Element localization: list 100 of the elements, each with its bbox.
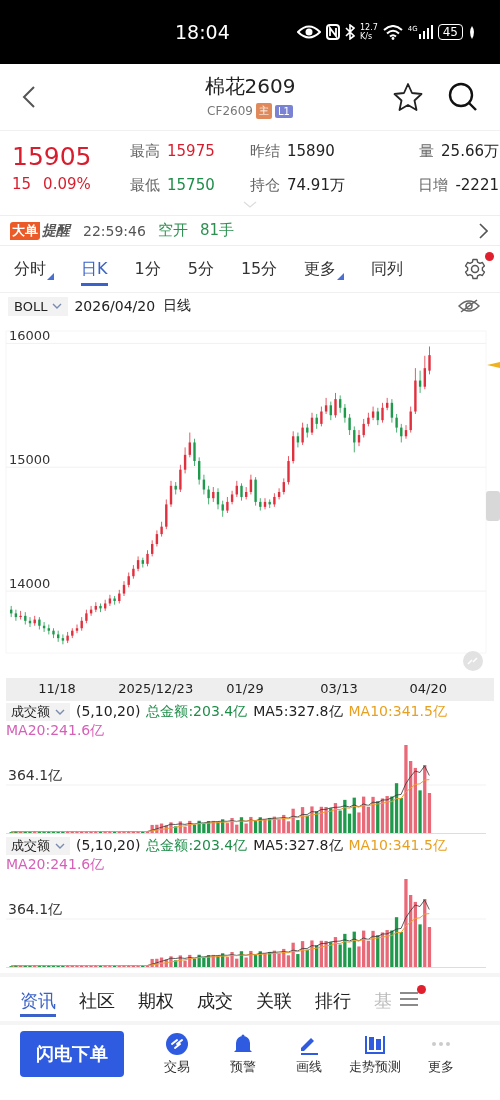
contract-code: CF2609 — [207, 104, 253, 118]
contract-tag: 主 — [255, 103, 272, 119]
signal-icon — [418, 25, 433, 39]
wifi-icon — [382, 24, 403, 40]
volume-axis-label: 364.1亿 — [8, 901, 63, 917]
period-tab[interactable]: 1分 — [134, 252, 161, 286]
chevron-down-icon — [52, 303, 63, 309]
stat-value: 74.91万 — [287, 175, 345, 196]
price-axis-label: 15000 — [9, 452, 51, 468]
battery-level: 45 — [437, 24, 463, 40]
candlestick — [428, 346, 431, 375]
date-axis-label: 03/13 — [320, 681, 358, 696]
stat-label: 最低 — [130, 175, 160, 196]
quick-order-button[interactable]: 闪电下单 — [20, 1031, 124, 1077]
toolbar-button[interactable]: 更多 — [408, 1032, 474, 1076]
date-axis-label: 01/29 — [226, 681, 264, 696]
stat-label: 昨结 — [250, 141, 280, 162]
stat-value: -2221 — [455, 175, 499, 196]
candlestick — [301, 422, 304, 446]
stat-label: 最高 — [130, 141, 160, 162]
last-price: 15905 — [12, 141, 93, 173]
date-axis-label: 04/20 — [409, 681, 448, 696]
percent-change: 0.09% — [43, 175, 91, 193]
stat-value: 15890 — [287, 141, 335, 162]
candlestick — [113, 595, 116, 606]
candlestick — [99, 603, 102, 613]
candlestick — [395, 413, 398, 433]
alert-tag: 大单 — [10, 221, 40, 240]
side-panel-handle[interactable] — [486, 491, 500, 521]
ma-params: (5,10,20) — [76, 836, 141, 855]
chevron-right-icon — [479, 222, 488, 239]
period-tab[interactable]: 日K — [81, 252, 108, 286]
period-tab[interactable]: 更多 — [304, 252, 345, 286]
total-amount: 总金额:203.4亿 — [146, 836, 248, 855]
ma20-value: MA20:241.6亿 — [6, 721, 105, 740]
section-tab[interactable]: 资讯 — [20, 981, 56, 1017]
toolbar-button[interactable]: 预警 — [210, 1032, 276, 1076]
ma5-value: MA5:327.8亿 — [253, 702, 343, 721]
period-tab[interactable]: 同列 — [371, 252, 404, 286]
bluetooth-icon — [345, 24, 355, 40]
contract-tag: L1 — [274, 104, 293, 118]
chart-date: 2026/04/20 — [74, 298, 156, 314]
section-tab[interactable]: 期权 — [138, 981, 174, 1017]
volume-axis-label: 364.1亿 — [8, 767, 63, 783]
candlestick — [287, 455, 290, 485]
period-tab[interactable]: 15分 — [240, 252, 278, 286]
ma-params: (5,10,20) — [76, 702, 141, 721]
candlestick — [179, 464, 182, 493]
toolbar-button[interactable]: 画线 — [276, 1032, 342, 1076]
menu-icon[interactable] — [400, 991, 418, 1007]
candlestick — [320, 406, 323, 427]
chevron-down-icon — [55, 708, 65, 715]
section-tab[interactable]: 排行 — [315, 981, 351, 1017]
toolbar-button[interactable]: 交易 — [144, 1032, 210, 1076]
bell-icon — [232, 1032, 254, 1055]
candlestick — [19, 610, 22, 620]
ma20-value: MA20:241.6亿 — [6, 855, 105, 874]
candlestick — [165, 499, 168, 530]
network-speed: 12.7 — [360, 23, 378, 32]
ma5-value: MA5:327.8亿 — [253, 836, 343, 855]
stat-value: 15750 — [167, 175, 215, 196]
trade-icon — [166, 1032, 188, 1055]
price-axis-label: 16000 — [9, 328, 51, 344]
candlestick — [348, 413, 351, 436]
candlestick — [324, 397, 328, 415]
candlestick — [254, 476, 257, 507]
chevron-down-icon — [55, 842, 65, 849]
section-tab[interactable]: 关联 — [256, 981, 292, 1017]
candlestick — [334, 392, 337, 419]
candlestick — [353, 425, 356, 453]
price-marker-icon — [487, 362, 500, 368]
alert-time: 22:59:46 — [83, 222, 146, 239]
candlestick — [193, 438, 196, 467]
date-axis-label: 11/18 — [38, 681, 76, 696]
alert-action: 空开 — [157, 221, 188, 240]
ma10-value: MA10:341.5亿 — [348, 702, 447, 721]
alert-title: 提醒 — [42, 221, 70, 240]
stat-value: 15975 — [167, 141, 215, 162]
alert-banner[interactable]: 大单 提醒 22:59:46 空开 81手 — [0, 216, 500, 246]
section-tab[interactable]: 社区 — [79, 981, 115, 1017]
period-tab[interactable]: 5分 — [187, 252, 214, 286]
settings-icon[interactable] — [464, 258, 486, 280]
period-tab[interactable]: 分时 — [14, 252, 54, 286]
toolbar-button[interactable]: 走势预测 — [342, 1032, 408, 1076]
leaf-icon — [468, 25, 476, 39]
status-time: 18:04 — [175, 21, 230, 43]
back-icon[interactable] — [22, 85, 36, 109]
candlestick — [400, 423, 403, 443]
indicator-dropdown[interactable]: BOLL — [8, 296, 69, 316]
candlestick — [207, 485, 210, 505]
eye-icon — [297, 25, 321, 39]
indicator-dropdown[interactable]: 成交额 — [6, 702, 70, 721]
star-icon[interactable] — [393, 82, 423, 112]
indicator-dropdown[interactable]: 成交额 — [6, 836, 70, 855]
candlestick — [61, 634, 65, 645]
hide-icon[interactable] — [458, 298, 480, 314]
contract-title: 棉花2609 — [204, 73, 296, 100]
nfc-icon — [326, 24, 340, 40]
search-icon[interactable] — [448, 82, 478, 112]
section-tab[interactable]: 成交 — [197, 981, 233, 1017]
